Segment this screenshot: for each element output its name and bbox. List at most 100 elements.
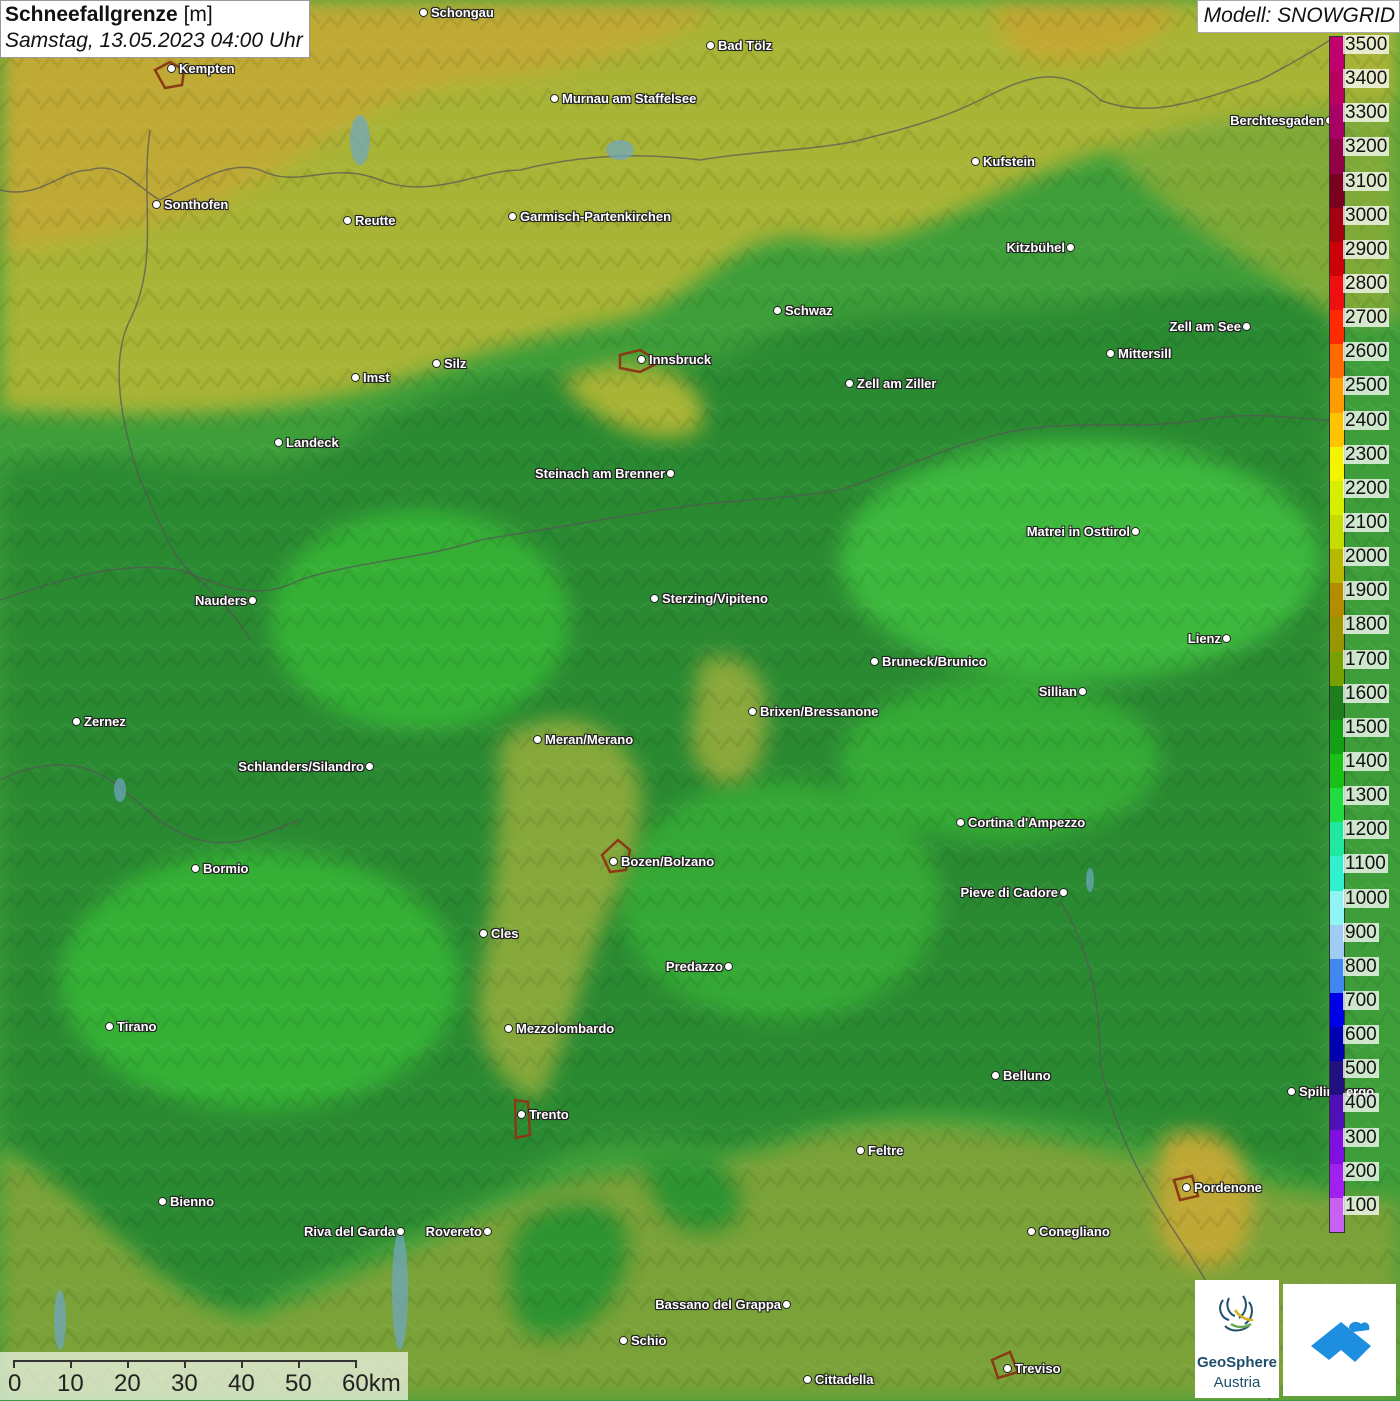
- city-label[interactable]: Conegliano: [1039, 1224, 1110, 1239]
- city-marker[interactable]: [1242, 322, 1251, 331]
- city-marker[interactable]: [845, 379, 854, 388]
- city-marker[interactable]: [72, 717, 81, 726]
- city-marker[interactable]: [152, 200, 161, 209]
- city-marker[interactable]: [666, 469, 675, 478]
- city-label[interactable]: Bassano del Grappa: [655, 1297, 781, 1312]
- city-marker[interactable]: [419, 8, 428, 17]
- city-label[interactable]: Brixen/Bressanone: [760, 704, 879, 719]
- city-marker[interactable]: [1106, 349, 1115, 358]
- city-label[interactable]: Kitzbühel: [1007, 240, 1066, 255]
- city-label[interactable]: Steinach am Brenner: [535, 466, 665, 481]
- app-logo[interactable]: [1283, 1284, 1396, 1396]
- city-label[interactable]: Kempten: [179, 61, 235, 76]
- city-marker[interactable]: [956, 818, 965, 827]
- city-marker[interactable]: [351, 373, 360, 382]
- city-label[interactable]: Trento: [529, 1107, 569, 1122]
- city-marker[interactable]: [533, 735, 542, 744]
- city-label[interactable]: Treviso: [1015, 1361, 1061, 1376]
- city-marker[interactable]: [274, 438, 283, 447]
- city-label[interactable]: Mittersill: [1118, 346, 1171, 361]
- city-marker[interactable]: [105, 1022, 114, 1031]
- city-label[interactable]: Imst: [363, 370, 390, 385]
- city-marker[interactable]: [248, 596, 257, 605]
- city-marker[interactable]: [1078, 687, 1087, 696]
- city-marker[interactable]: [396, 1227, 405, 1236]
- city-label[interactable]: Lienz: [1188, 631, 1221, 646]
- city-label[interactable]: Berchtesgaden: [1230, 113, 1324, 128]
- city-label[interactable]: Reutte: [355, 213, 395, 228]
- city-label[interactable]: Tirano: [117, 1019, 157, 1034]
- city-marker[interactable]: [1066, 243, 1075, 252]
- city-marker[interactable]: [1222, 634, 1231, 643]
- city-marker[interactable]: [748, 707, 757, 716]
- city-label[interactable]: Schio: [631, 1333, 666, 1348]
- city-marker[interactable]: [782, 1300, 791, 1309]
- city-marker[interactable]: [167, 64, 176, 73]
- city-marker[interactable]: [650, 594, 659, 603]
- city-label[interactable]: Cles: [491, 926, 518, 941]
- city-label[interactable]: Bienno: [170, 1194, 214, 1209]
- city-label[interactable]: Cittadella: [815, 1372, 874, 1387]
- city-marker[interactable]: [1003, 1364, 1012, 1373]
- city-marker[interactable]: [479, 929, 488, 938]
- city-marker[interactable]: [365, 762, 374, 771]
- city-marker[interactable]: [637, 355, 646, 364]
- city-label[interactable]: Zell am See: [1169, 319, 1241, 334]
- city-label[interactable]: Kufstein: [983, 154, 1035, 169]
- city-marker[interactable]: [483, 1227, 492, 1236]
- city-label[interactable]: Silz: [444, 356, 466, 371]
- city-label[interactable]: Belluno: [1003, 1068, 1051, 1083]
- city-label[interactable]: Sterzing/Vipiteno: [662, 591, 768, 606]
- city-marker[interactable]: [724, 962, 733, 971]
- city-label[interactable]: Landeck: [286, 435, 339, 450]
- city-marker[interactable]: [991, 1071, 1000, 1080]
- city-marker[interactable]: [432, 359, 441, 368]
- city-label[interactable]: Bozen/Bolzano: [621, 854, 714, 869]
- city-marker[interactable]: [971, 157, 980, 166]
- city-marker[interactable]: [517, 1110, 526, 1119]
- city-label[interactable]: Mezzolombardo: [516, 1021, 614, 1036]
- city-label[interactable]: Bruneck/Brunico: [882, 654, 987, 669]
- city-marker[interactable]: [550, 94, 559, 103]
- geosphere-logo[interactable]: GeoSphere Austria: [1195, 1280, 1279, 1398]
- city-label[interactable]: Innsbruck: [649, 352, 711, 367]
- city-label[interactable]: Pieve di Cadore: [960, 885, 1058, 900]
- city-marker[interactable]: [609, 857, 618, 866]
- city-marker[interactable]: [158, 1197, 167, 1206]
- city-label[interactable]: Murnau am Staffelsee: [562, 91, 696, 106]
- city-label[interactable]: Bad Tölz: [718, 38, 772, 53]
- city-marker[interactable]: [343, 216, 352, 225]
- city-marker[interactable]: [1027, 1227, 1036, 1236]
- city-label[interactable]: Matrei in Osttirol: [1027, 524, 1130, 539]
- city-marker[interactable]: [803, 1375, 812, 1384]
- city-marker[interactable]: [1059, 888, 1068, 897]
- city-marker[interactable]: [706, 41, 715, 50]
- city-label[interactable]: Feltre: [868, 1143, 903, 1158]
- city-label[interactable]: Cortina d'Ampezzo: [968, 815, 1085, 830]
- city-label[interactable]: Garmisch-Partenkirchen: [520, 209, 671, 224]
- city-label[interactable]: Bormio: [203, 861, 249, 876]
- city-marker[interactable]: [508, 212, 517, 221]
- city-label[interactable]: Nauders: [195, 593, 247, 608]
- city-marker[interactable]: [619, 1336, 628, 1345]
- city-label[interactable]: Schwaz: [785, 303, 833, 318]
- city-label[interactable]: Sonthofen: [164, 197, 228, 212]
- city-marker[interactable]: [191, 864, 200, 873]
- city-marker[interactable]: [1287, 1087, 1296, 1096]
- city-marker[interactable]: [870, 657, 879, 666]
- city-label[interactable]: Schongau: [431, 5, 494, 20]
- city-label[interactable]: Sillian: [1039, 684, 1077, 699]
- city-label[interactable]: Predazzo: [666, 959, 723, 974]
- city-marker[interactable]: [856, 1146, 865, 1155]
- city-label[interactable]: Meran/Merano: [545, 732, 633, 747]
- city-label[interactable]: Zell am Ziller: [857, 376, 936, 391]
- city-marker[interactable]: [1131, 527, 1140, 536]
- city-label[interactable]: Riva del Garda: [304, 1224, 395, 1239]
- city-label[interactable]: Rovereto: [426, 1224, 482, 1239]
- city-marker[interactable]: [504, 1024, 513, 1033]
- city-label[interactable]: Pordenone: [1194, 1180, 1262, 1195]
- city-label[interactable]: Schlanders/Silandro: [238, 759, 364, 774]
- city-label[interactable]: Zernez: [84, 714, 126, 729]
- city-marker[interactable]: [1182, 1183, 1191, 1192]
- city-marker[interactable]: [773, 306, 782, 315]
